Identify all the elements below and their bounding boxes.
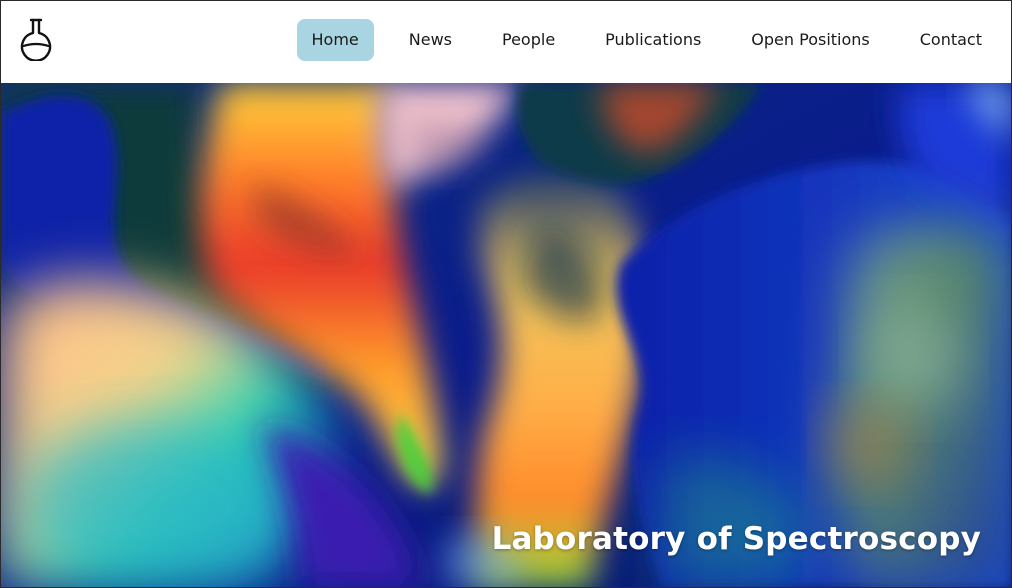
site-header: Home News People Publications Open Posit… <box>1 1 1011 83</box>
page: Home News People Publications Open Posit… <box>0 0 1012 588</box>
nav-people[interactable]: People <box>487 19 570 61</box>
nav-contact[interactable]: Contact <box>905 19 997 61</box>
nav-news[interactable]: News <box>394 19 467 61</box>
flask-icon[interactable] <box>19 17 53 62</box>
nav-home[interactable]: Home <box>296 19 374 61</box>
main-nav: Home News People Publications Open Posit… <box>277 19 997 61</box>
hero-title: Laboratory of Spectroscopy <box>491 521 981 557</box>
nav-publications[interactable]: Publications <box>590 19 716 61</box>
abstract-fluid-gradient-image <box>1 83 1011 587</box>
hero-banner: Laboratory of Spectroscopy <box>1 83 1011 587</box>
nav-open-positions[interactable]: Open Positions <box>736 19 884 61</box>
